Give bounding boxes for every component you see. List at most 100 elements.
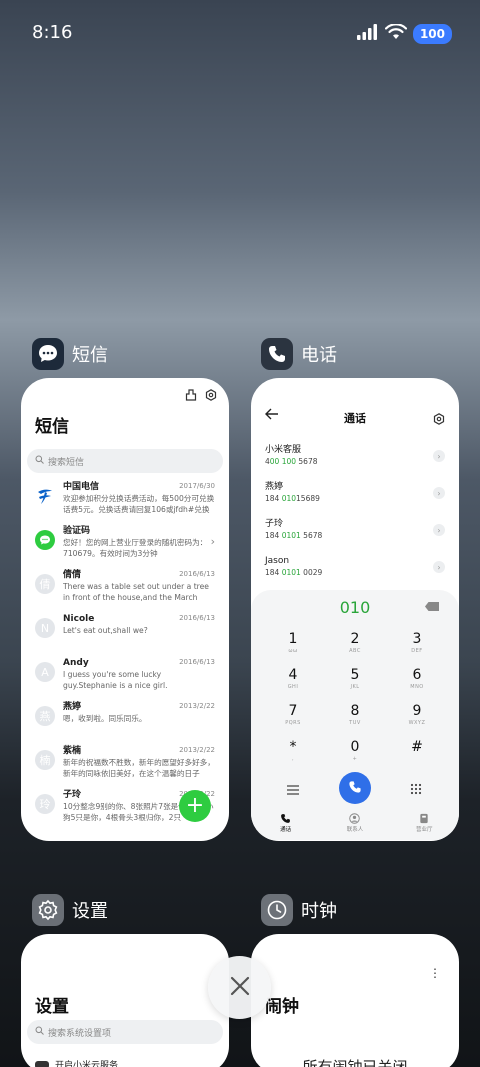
settings-app-card[interactable]: 设置 搜索系统设置项 开启小米云服务 [21,934,229,1067]
contact-number: 400 100 5678 [265,457,318,466]
phone-app-icon [261,338,293,370]
sms-search-bar[interactable]: 搜索短信 [27,449,223,473]
dial-key-2[interactable]: 2 ABC [335,630,375,655]
settings-item-label: 开启小米云服务 [55,1061,119,1067]
chevron-right-icon[interactable]: › [433,487,445,499]
message-preview: 嗯，收到啦。同乐同乐。 [63,714,147,723]
settings-search-bar[interactable]: 搜索系统设置项 [27,1020,223,1044]
contact-name: 燕婷 [265,482,284,492]
contact-number: 184 0101 5678 [265,531,323,540]
message-item[interactable]: 倩 倩倩 2016/6/13 There was a table set out… [21,569,229,613]
message-item[interactable]: 中国电信 2017/6/30 欢迎参加积分兑换话费活动，每500分可兑换话费5元… [21,481,229,525]
chevron-right-icon: › [210,535,215,548]
settings-search-placeholder: 搜索系统设置项 [48,1028,112,1039]
settings-gear-icon[interactable] [433,410,445,429]
phone-app-card[interactable]: 通话 小米客服 400 100 5678 › 燕婷 184 01015689 ›… [251,378,459,841]
message-date: 2013/2/22 [179,702,215,710]
dial-key-7[interactable]: 7 PQRS [273,702,313,727]
dial-key-0[interactable]: 0 + [335,738,375,763]
app-name-sms: 短信 [72,345,108,366]
dial-key-3[interactable]: 3 DEF [397,630,437,655]
message-item[interactable]: 验证码 您好！您的网上营业厅登录的随机密码为：710679。有效时间为3分钟 › [21,525,229,569]
alarm-empty-state: 所有闹钟已关闭 [302,1058,408,1067]
contacts-tab-icon [330,812,380,824]
message-item[interactable]: N Nicole 2016/6/13 Let's eat out,shall w… [21,613,229,657]
app-header-settings[interactable]: 设置 [32,894,108,926]
call-button[interactable] [339,772,371,804]
message-sender: 验证码 [63,526,91,536]
app-header-clock[interactable]: 时钟 [261,894,337,926]
phone-handset-icon [348,779,362,798]
status-icons: 100 [356,22,452,46]
signal-icon [356,24,379,44]
message-preview: Let's eat out,shall we? [63,626,148,635]
contact-avatar: A [35,662,55,682]
sms-toolbar-icons [185,386,217,405]
contact-name: 小米客服 [265,445,302,455]
contact-row[interactable]: 小米客服 400 100 5678 › [251,444,459,481]
clean-icon[interactable] [185,386,197,405]
message-item[interactable]: A Andy 2016/6/13 I guess you're some luc… [21,657,229,701]
sms-search-placeholder: 搜索短信 [48,457,85,468]
phone-header: 通话 [251,378,459,434]
search-icon [35,1026,44,1038]
nav-tab-contacts[interactable]: 联系人 [330,812,380,840]
contact-row[interactable]: 子玲 184 0101 5678 › [251,518,459,555]
dial-key-4[interactable]: 4 GHI [273,666,313,691]
settings-app-icon [32,894,64,926]
menu-icon[interactable] [287,780,299,799]
contact-avatar: 楠 [35,750,55,770]
dial-key-5[interactable]: 5 JKL [335,666,375,691]
chevron-right-icon[interactable]: › [433,561,445,573]
message-app-icon [32,338,64,370]
nav-tab-label: 联系人 [346,827,364,833]
app-name-clock: 时钟 [301,901,337,922]
sms-app-card[interactable]: 短信 搜索短信 中国电信 2017/6/30 欢迎参加积分兑换话费活动，每500… [21,378,229,841]
message-preview: 欢迎参加积分兑换话费活动，每500分可兑换话费5元。兑换话费请回复106或jfd… [63,494,215,514]
nav-tab-calls[interactable]: 通话 [261,812,311,840]
settings-gear-icon[interactable] [205,386,217,405]
clear-all-button[interactable] [208,956,271,1019]
message-date: 2017/6/30 [179,482,215,490]
contact-avatar: 玲 [35,794,55,814]
dial-key-8[interactable]: 8 TUV [335,702,375,727]
dial-key-9[interactable]: 9 WXYZ [397,702,437,727]
nav-tab-store[interactable]: 营业厅 [399,812,449,840]
clock-page-title: 闹钟 [265,997,299,1017]
app-header-sms[interactable]: 短信 [32,338,108,370]
contact-row[interactable]: 燕婷 184 01015689 › [251,481,459,518]
settings-page-title: 设置 [35,997,69,1017]
contact-avatar: 燕 [35,706,55,726]
contact-number: 184 0101 0029 [265,568,323,577]
status-bar: 8:16 100 [0,0,480,68]
phone-page-title: 通话 [344,412,366,425]
new-message-button[interactable]: + [179,790,211,822]
dial-key-6[interactable]: 6 MNO [397,666,437,691]
message-date: 2016/6/13 [179,614,215,622]
cloud-icon [35,1060,49,1067]
dial-key-hash[interactable]: # [397,738,437,756]
dial-key-1[interactable]: 1 ωω [273,630,313,655]
dialpad: 010 1 ωω 2 ABC 3 DEF 4 GHI 5 JKL 6 MNO 7 PQRS 8… [251,590,459,840]
message-preview: 新年的祝福数不胜数，新年的愿望好多好多，新年的同咏依旧美好，在这个温馨的日子 [63,758,215,778]
settings-item-mi-cloud[interactable]: 开启小米云服务 [35,1058,118,1067]
keypad-grid-icon[interactable] [410,780,422,799]
message-preview: There was a table set out under a tree i… [63,582,209,602]
chevron-right-icon[interactable]: › [433,450,445,462]
dial-key-star[interactable]: *, [273,738,313,763]
phone-tab-icon [261,812,311,824]
china-telecom-logo-icon [35,486,55,506]
contact-name: 子玲 [265,519,284,529]
message-item[interactable]: 燕 燕婷 2013/2/22 嗯，收到啦。同乐同乐。 [21,701,229,745]
contact-number: 184 01015689 [265,494,320,503]
message-preview: 您好！您的网上营业厅登录的随机密码为：710679。有效时间为3分钟 [63,538,208,558]
app-header-phone[interactable]: 电话 [261,338,337,370]
chat-bubble-icon [35,530,55,550]
chevron-right-icon[interactable]: › [433,524,445,536]
app-name-settings: 设置 [72,901,108,922]
contact-row[interactable]: Jason 184 0101 0029 › [251,555,459,592]
more-options-icon[interactable]: ⋮ [429,966,441,980]
nav-tab-label: 营业厅 [416,827,433,833]
clock-app-card[interactable]: ⋮ 闹钟 所有闹钟已关闭 [251,934,459,1067]
message-item[interactable]: 楠 紫楠 2013/2/22 新年的祝福数不胜数，新年的愿望好多好多，新年的同咏… [21,745,229,789]
